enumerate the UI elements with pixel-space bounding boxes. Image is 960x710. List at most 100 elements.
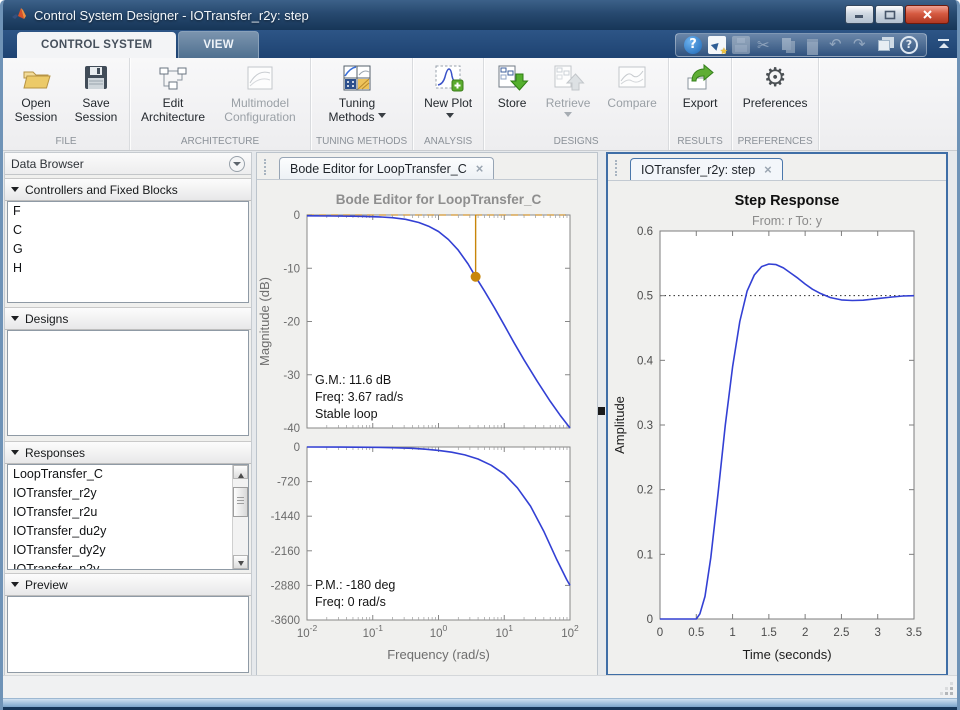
- paste-icon[interactable]: [804, 36, 822, 54]
- step-response-plot[interactable]: 00.10.20.30.40.50.600.511.522.533.5Step …: [608, 181, 946, 673]
- tab-step-response[interactable]: IOTransfer_r2y: step ×: [630, 158, 783, 180]
- preview-box: [7, 596, 249, 673]
- open-session-button[interactable]: Open Session: [6, 61, 66, 124]
- drag-grip-icon[interactable]: [615, 160, 621, 176]
- svg-text:-20: -20: [283, 317, 300, 329]
- data-browser-header: Data Browser: [5, 153, 251, 175]
- tab-view-label: VIEW: [203, 39, 234, 51]
- new-window-icon[interactable]: [708, 36, 726, 54]
- svg-text:P.M.: -180 deg: P.M.: -180 deg: [315, 578, 395, 592]
- drag-grip-icon[interactable]: [264, 159, 270, 175]
- undo-icon[interactable]: [828, 36, 846, 54]
- svg-text:1: 1: [729, 627, 735, 639]
- list-item[interactable]: G: [8, 240, 248, 259]
- edit-architecture-button[interactable]: Edit Architecture: [133, 61, 213, 124]
- list-item[interactable]: IOTransfer_du2y: [8, 522, 233, 541]
- section-designs[interactable]: Designs: [5, 307, 251, 330]
- ribbon: Open Session Save Session FILE: [3, 58, 957, 151]
- retrieve-icon: [551, 63, 585, 93]
- window-bottom-frame: [3, 698, 957, 710]
- data-browser-panel: Data Browser Controllers and Fixed Block…: [4, 152, 252, 676]
- section-controllers[interactable]: Controllers and Fixed Blocks: [5, 178, 251, 201]
- tuning-methods-button[interactable]: Tuning Methods: [314, 61, 400, 124]
- svg-text:0.2: 0.2: [637, 485, 653, 497]
- new-plot-label: New Plot: [421, 96, 475, 124]
- bode-editor-plot[interactable]: 0-10-20-30-40G.M.: 11.6 dBFreq: 3.67 rad…: [257, 180, 597, 676]
- responses-scrollbar[interactable]: [232, 465, 248, 569]
- tab-close-icon[interactable]: ×: [764, 164, 772, 176]
- save-icon[interactable]: [732, 36, 750, 54]
- store-button[interactable]: Store: [487, 61, 537, 110]
- scrollbar-thumb[interactable]: [233, 487, 248, 517]
- window-layout-icon[interactable]: [876, 36, 894, 54]
- list-item[interactable]: IOTransfer_n2y: [8, 560, 233, 570]
- section-preview[interactable]: Preview: [5, 573, 251, 596]
- status-bar: [3, 675, 957, 698]
- svg-text:-720: -720: [277, 477, 300, 489]
- copy-icon[interactable]: [780, 36, 798, 54]
- scroll-down-icon[interactable]: [233, 555, 248, 569]
- save-session-label: Save Session: [71, 96, 121, 124]
- svg-text:-10: -10: [283, 263, 300, 275]
- open-session-label: Open Session: [11, 96, 61, 124]
- list-item[interactable]: LoopTransfer_C: [8, 465, 233, 484]
- panel-menu-icon[interactable]: [229, 156, 245, 172]
- svg-text:Freq: 3.67 rad/s: Freq: 3.67 rad/s: [315, 390, 403, 404]
- compare-button[interactable]: Compare: [599, 61, 665, 110]
- help-circle-icon[interactable]: [684, 36, 702, 54]
- tab-view[interactable]: VIEW: [178, 31, 259, 58]
- group-label-designs: DESIGNS: [487, 134, 665, 150]
- help-outline-icon[interactable]: [900, 36, 918, 54]
- multimodel-configuration-label: Multimodel Configuration: [218, 96, 302, 124]
- save-session-button[interactable]: Save Session: [66, 61, 126, 124]
- svg-text:102: 102: [561, 623, 579, 640]
- redo-icon[interactable]: [852, 36, 870, 54]
- svg-text:101: 101: [495, 623, 513, 640]
- list-item[interactable]: H: [8, 259, 248, 278]
- group-label-architecture: ARCHITECTURE: [133, 134, 307, 150]
- multimodel-configuration-button[interactable]: Multimodel Configuration: [213, 61, 307, 124]
- new-plot-button[interactable]: New Plot: [416, 61, 480, 124]
- close-button[interactable]: [905, 5, 949, 24]
- section-responses[interactable]: Responses: [5, 441, 251, 464]
- list-item[interactable]: F: [8, 202, 248, 221]
- svg-text:1.5: 1.5: [761, 627, 777, 639]
- compare-label: Compare: [607, 96, 656, 110]
- section-preview-label: Preview: [25, 578, 68, 592]
- controllers-list[interactable]: FCGH: [7, 201, 249, 303]
- export-button[interactable]: Export: [672, 61, 728, 110]
- list-item[interactable]: IOTransfer_r2u: [8, 503, 233, 522]
- minimize-button[interactable]: [845, 5, 874, 24]
- tab-bode-editor[interactable]: Bode Editor for LoopTransfer_C ×: [279, 157, 494, 179]
- resize-grip[interactable]: [941, 683, 953, 695]
- new-plot-text: New Plot: [424, 96, 472, 110]
- maximize-icon: [884, 10, 896, 20]
- chevron-down-icon: [11, 582, 19, 591]
- scroll-up-icon[interactable]: [233, 465, 248, 479]
- save-session-icon: [79, 63, 113, 93]
- titlebar: Control System Designer - IOTransfer_r2y…: [3, 0, 957, 30]
- list-item[interactable]: IOTransfer_dy2y: [8, 541, 233, 560]
- preferences-button[interactable]: ⚙ Preferences: [735, 61, 815, 110]
- chevron-down-icon: [11, 187, 19, 196]
- cut-icon[interactable]: [756, 36, 774, 54]
- svg-text:Bode Editor for LoopTransfer_C: Bode Editor for LoopTransfer_C: [336, 192, 542, 207]
- bode-editor-panel: Bode Editor for LoopTransfer_C × 0-10-20…: [256, 152, 598, 676]
- svg-text:3: 3: [875, 627, 881, 639]
- svg-text:2: 2: [802, 627, 808, 639]
- retrieve-button[interactable]: Retrieve: [537, 61, 599, 121]
- collapse-ribbon-icon[interactable]: [937, 39, 950, 49]
- ribbon-group-analysis: New Plot ANALYSIS: [413, 58, 484, 150]
- multimodel-configuration-icon: [243, 63, 277, 93]
- list-item[interactable]: C: [8, 221, 248, 240]
- app-window: Control System Designer - IOTransfer_r2y…: [0, 0, 960, 710]
- designs-list[interactable]: [7, 330, 249, 436]
- splitter-handle[interactable]: [598, 407, 605, 415]
- tab-close-icon[interactable]: ×: [476, 163, 484, 175]
- tab-control-system[interactable]: CONTROL SYSTEM: [17, 32, 176, 58]
- svg-text:Frequency (rad/s): Frequency (rad/s): [387, 647, 490, 662]
- edit-architecture-icon: [156, 63, 190, 93]
- list-item[interactable]: IOTransfer_r2y: [8, 484, 233, 503]
- maximize-button[interactable]: [875, 5, 904, 24]
- responses-list[interactable]: LoopTransfer_CIOTransfer_r2yIOTransfer_r…: [7, 464, 249, 570]
